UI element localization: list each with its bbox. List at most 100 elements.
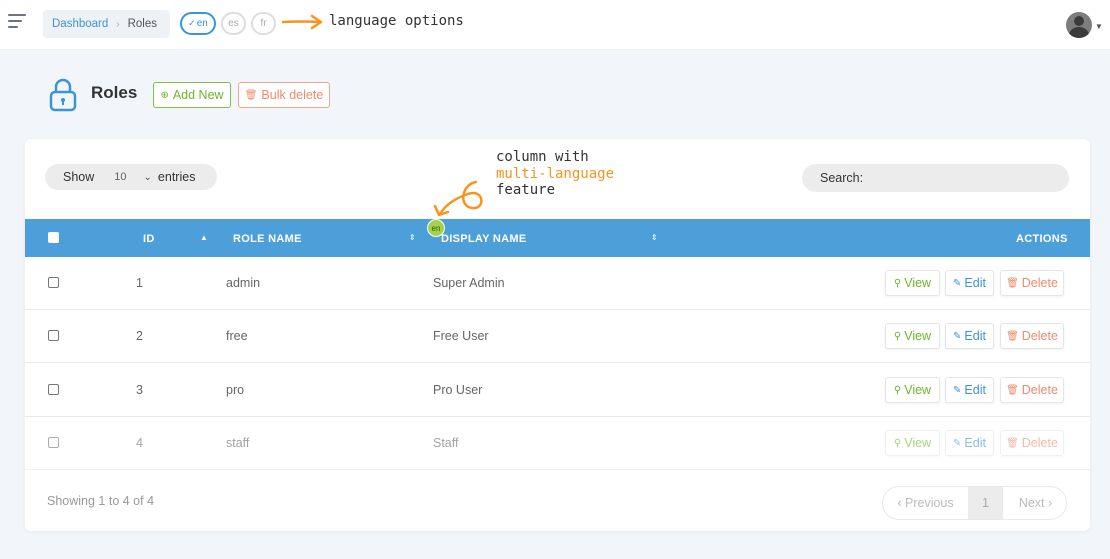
annotation-language-options: language options — [329, 13, 464, 29]
user-avatar-icon[interactable] — [1066, 12, 1092, 38]
breadcrumb-dashboard-link[interactable]: Dashboard — [52, 18, 108, 30]
delete-label: Delete — [1021, 436, 1058, 450]
delete-button[interactable]: 🗑 Delete — [1000, 323, 1064, 349]
language-en-button[interactable]: ✓ en — [180, 12, 216, 35]
pencil-icon: ✎ — [953, 330, 962, 342]
annotation-curved-arrow-icon — [433, 180, 483, 217]
page-1-button[interactable]: 1 — [968, 487, 1003, 519]
breadcrumb-separator-icon: › — [116, 18, 120, 30]
show-label: Show — [63, 170, 95, 184]
breadcrumb-current: Roles — [127, 18, 158, 30]
row-checkbox[interactable] — [48, 384, 59, 395]
bulk-delete-button[interactable]: 🗑 Bulk delete — [238, 82, 330, 108]
cell-role-name: staff — [226, 436, 250, 450]
table-row: 1 admin Super Admin ⚲ View ✎ Edit 🗑 Delete — [25, 257, 1090, 310]
annotation-line-2: multi-language — [496, 165, 615, 182]
header-actions: ACTIONS — [1016, 233, 1068, 245]
delete-label: Delete — [1021, 383, 1058, 397]
delete-button[interactable]: 🗑 Delete — [1000, 377, 1064, 403]
table-row: 2 free Free User ⚲ View ✎ Edit 🗑 Delete — [25, 310, 1090, 363]
search-input[interactable] — [869, 170, 1050, 186]
cell-id: 2 — [136, 329, 143, 343]
trash-icon: 🗑 — [244, 89, 258, 101]
add-new-label: Add New — [172, 88, 224, 102]
pencil-icon: ✎ — [953, 277, 962, 289]
edit-label: Edit — [964, 436, 986, 450]
annotation-multilanguage-column: column with multi-language feature — [496, 149, 614, 199]
cell-display-name: Pro User — [433, 383, 483, 397]
add-new-button[interactable]: ⊕ Add New — [153, 82, 231, 108]
trash-icon: 🗑 — [1006, 437, 1019, 449]
view-label: View — [904, 276, 932, 290]
trash-icon: 🗑 — [1006, 330, 1019, 342]
view-button[interactable]: ⚲ View — [885, 377, 940, 403]
edit-label: Edit — [964, 276, 986, 290]
previous-page-button[interactable]: ‹ Previous — [883, 487, 968, 519]
pagination: ‹ Previous 1 Next › — [882, 486, 1067, 520]
delete-label: Delete — [1021, 329, 1058, 343]
delete-label: Delete — [1021, 276, 1058, 290]
entries-label: entries — [157, 170, 196, 184]
header-id[interactable]: ID — [143, 233, 155, 245]
row-checkbox[interactable] — [48, 277, 59, 288]
chevron-down-icon[interactable]: ⌄ — [144, 172, 152, 183]
search-box[interactable]: Search: — [802, 164, 1069, 192]
view-button[interactable]: ⚲ View — [885, 270, 940, 296]
edit-button[interactable]: ✎ Edit — [945, 430, 994, 456]
edit-label: Edit — [964, 383, 986, 397]
cell-id: 3 — [136, 383, 143, 397]
delete-button[interactable]: 🗑 Delete — [1000, 270, 1064, 296]
plus-circle-icon: ⊕ — [160, 89, 169, 101]
avatar-caret-icon[interactable]: ▼ — [1095, 22, 1103, 31]
language-en-label: en — [196, 18, 208, 29]
edit-label: Edit — [964, 329, 986, 343]
cell-role-name: admin — [226, 276, 261, 290]
sort-icon[interactable]: ⇕ — [651, 233, 658, 242]
entries-length-control: Show 10 ⌄ entries — [45, 164, 217, 190]
edit-button[interactable]: ✎ Edit — [945, 270, 994, 296]
view-button[interactable]: ⚲ View — [885, 430, 940, 456]
cell-display-name: Super Admin — [433, 276, 505, 290]
header-role-name[interactable]: ROLE NAME — [233, 233, 302, 245]
cell-id: 4 — [136, 436, 143, 450]
language-badge: en — [427, 219, 445, 237]
sort-asc-icon[interactable]: ▲ — [200, 233, 208, 242]
view-label: View — [904, 436, 932, 450]
entries-select[interactable]: 10 — [114, 171, 126, 183]
check-icon: ✓ — [188, 18, 196, 28]
view-button[interactable]: ⚲ View — [885, 323, 940, 349]
cell-role-name: free — [226, 329, 248, 343]
search-icon: ⚲ — [893, 330, 902, 342]
page-title: Roles — [91, 83, 138, 102]
language-fr-button[interactable]: fr — [251, 12, 276, 35]
search-icon: ⚲ — [893, 437, 902, 449]
table-header: ID ▲ ROLE NAME ⇕ DISPLAY NAME ⇕ ACTIONS — [25, 219, 1090, 257]
cell-display-name: Free User — [433, 329, 489, 343]
sort-icon[interactable]: ⇕ — [409, 233, 416, 242]
edit-button[interactable]: ✎ Edit — [945, 377, 994, 403]
lock-icon — [49, 78, 77, 112]
edit-button[interactable]: ✎ Edit — [945, 323, 994, 349]
view-label: View — [904, 383, 932, 397]
table-row: 3 pro Pro User ⚲ View ✎ Edit 🗑 Delete — [25, 364, 1090, 417]
search-label: Search: — [820, 171, 864, 185]
trash-icon: 🗑 — [1006, 277, 1019, 289]
search-icon: ⚲ — [893, 384, 902, 396]
select-all-checkbox[interactable] — [48, 232, 59, 243]
annotation-line-1: column with — [496, 149, 589, 165]
view-label: View — [904, 329, 932, 343]
cell-id: 1 — [136, 276, 143, 290]
row-checkbox[interactable] — [48, 437, 59, 448]
annotation-arrow-icon — [282, 14, 323, 30]
next-page-button[interactable]: Next › — [1003, 487, 1066, 519]
menu-toggle-icon[interactable] — [8, 14, 28, 34]
bulk-delete-label: Bulk delete — [261, 88, 324, 102]
header-display-name[interactable]: DISPLAY NAME — [441, 233, 527, 245]
search-icon: ⚲ — [893, 277, 902, 289]
language-es-button[interactable]: es — [221, 12, 246, 35]
table-info: Showing 1 to 4 of 4 — [47, 494, 155, 508]
row-checkbox[interactable] — [48, 330, 59, 341]
delete-button[interactable]: 🗑 Delete — [1000, 430, 1064, 456]
annotation-line-3: feature — [496, 182, 556, 198]
pencil-icon: ✎ — [953, 437, 962, 449]
